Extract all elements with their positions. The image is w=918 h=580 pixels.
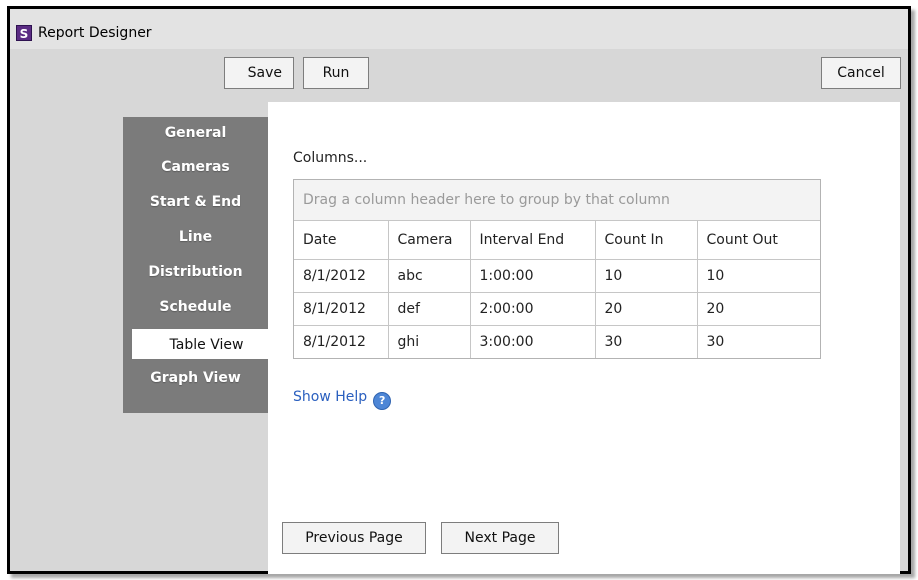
show-help-link[interactable]: Show Help? — [293, 389, 392, 410]
title-bar: S Report Designer — [10, 9, 908, 49]
report-designer-window: S Report Designer Save Run Cancel Genera… — [7, 6, 911, 574]
sidebar-item-cameras[interactable]: Cameras — [123, 151, 268, 183]
cell-count-out: 30 — [706, 333, 725, 350]
group-by-drop-zone[interactable]: Drag a column header here to group by th… — [294, 180, 820, 221]
run-button[interactable]: Run — [303, 57, 369, 89]
cell-camera: ghi — [388, 325, 471, 358]
column-header-count-out[interactable]: Count Out — [697, 221, 820, 260]
previous-page-button[interactable]: Previous Page — [282, 522, 426, 554]
cell-count-in: 30 — [595, 325, 698, 358]
help-icon[interactable]: ? — [373, 392, 392, 410]
cell-interval-end: 3:00:00 — [470, 325, 596, 358]
cell-date: 8/1/2012 — [294, 292, 389, 326]
save-button[interactable]: Save — [224, 57, 294, 89]
app-logo-icon: S — [16, 25, 32, 41]
cell-camera: abc — [388, 259, 471, 293]
table-header-row: Date Camera Interval End Count In Count … — [294, 221, 820, 260]
cell-count-out: 20 — [697, 292, 820, 326]
next-page-button[interactable]: Next Page — [441, 522, 559, 554]
cell-interval-end: 1:00:00 — [470, 259, 596, 293]
cancel-button[interactable]: Cancel — [821, 57, 901, 89]
table-row[interactable]: 8/1/2012 abc 1:00:00 10 10 — [294, 259, 820, 293]
data-grid: Drag a column header here to group by th… — [293, 179, 821, 359]
column-header-camera[interactable]: Camera — [388, 221, 471, 260]
columns-label[interactable]: Columns... — [293, 150, 367, 166]
table-row[interactable]: 8/1/2012 ghi 3:00:00 30 30 — [294, 325, 820, 358]
sidebar-item-table-view[interactable]: Table View — [131, 328, 281, 360]
cell-date: 8/1/2012 — [294, 325, 389, 358]
column-header-date[interactable]: Date — [294, 221, 389, 260]
cell-camera: def — [388, 292, 471, 326]
cell-count-in: 10 — [595, 259, 698, 293]
sidebar-nav: General Cameras Start & End Line Distrib… — [123, 117, 281, 413]
cell-interval-end: 2:00:00 — [470, 292, 596, 326]
data-table: Date Camera Interval End Count In Count … — [294, 221, 820, 358]
show-help-label: Show Help — [293, 389, 368, 405]
sidebar-item-line[interactable]: Line — [123, 221, 268, 253]
sidebar-item-start-end[interactable]: Start & End — [123, 186, 268, 218]
column-header-interval-end[interactable]: Interval End — [470, 221, 596, 260]
table-row[interactable]: 8/1/2012 def 2:00:00 20 20 — [294, 292, 820, 326]
sidebar-item-schedule[interactable]: Schedule — [123, 291, 268, 323]
window-title: Report Designer — [38, 25, 152, 41]
sidebar-item-distribution[interactable]: Distribution — [123, 256, 268, 288]
cell-count-in: 20 — [595, 292, 698, 326]
cell-count-out: 10 — [697, 259, 820, 293]
cell-date: 8/1/2012 — [294, 259, 389, 293]
sidebar-item-graph-view[interactable]: Graph View — [123, 362, 268, 394]
sidebar-item-general[interactable]: General — [123, 117, 268, 149]
table-view-panel: Columns... Drag a column header here to … — [268, 102, 900, 574]
column-header-count-in[interactable]: Count In — [595, 221, 698, 260]
